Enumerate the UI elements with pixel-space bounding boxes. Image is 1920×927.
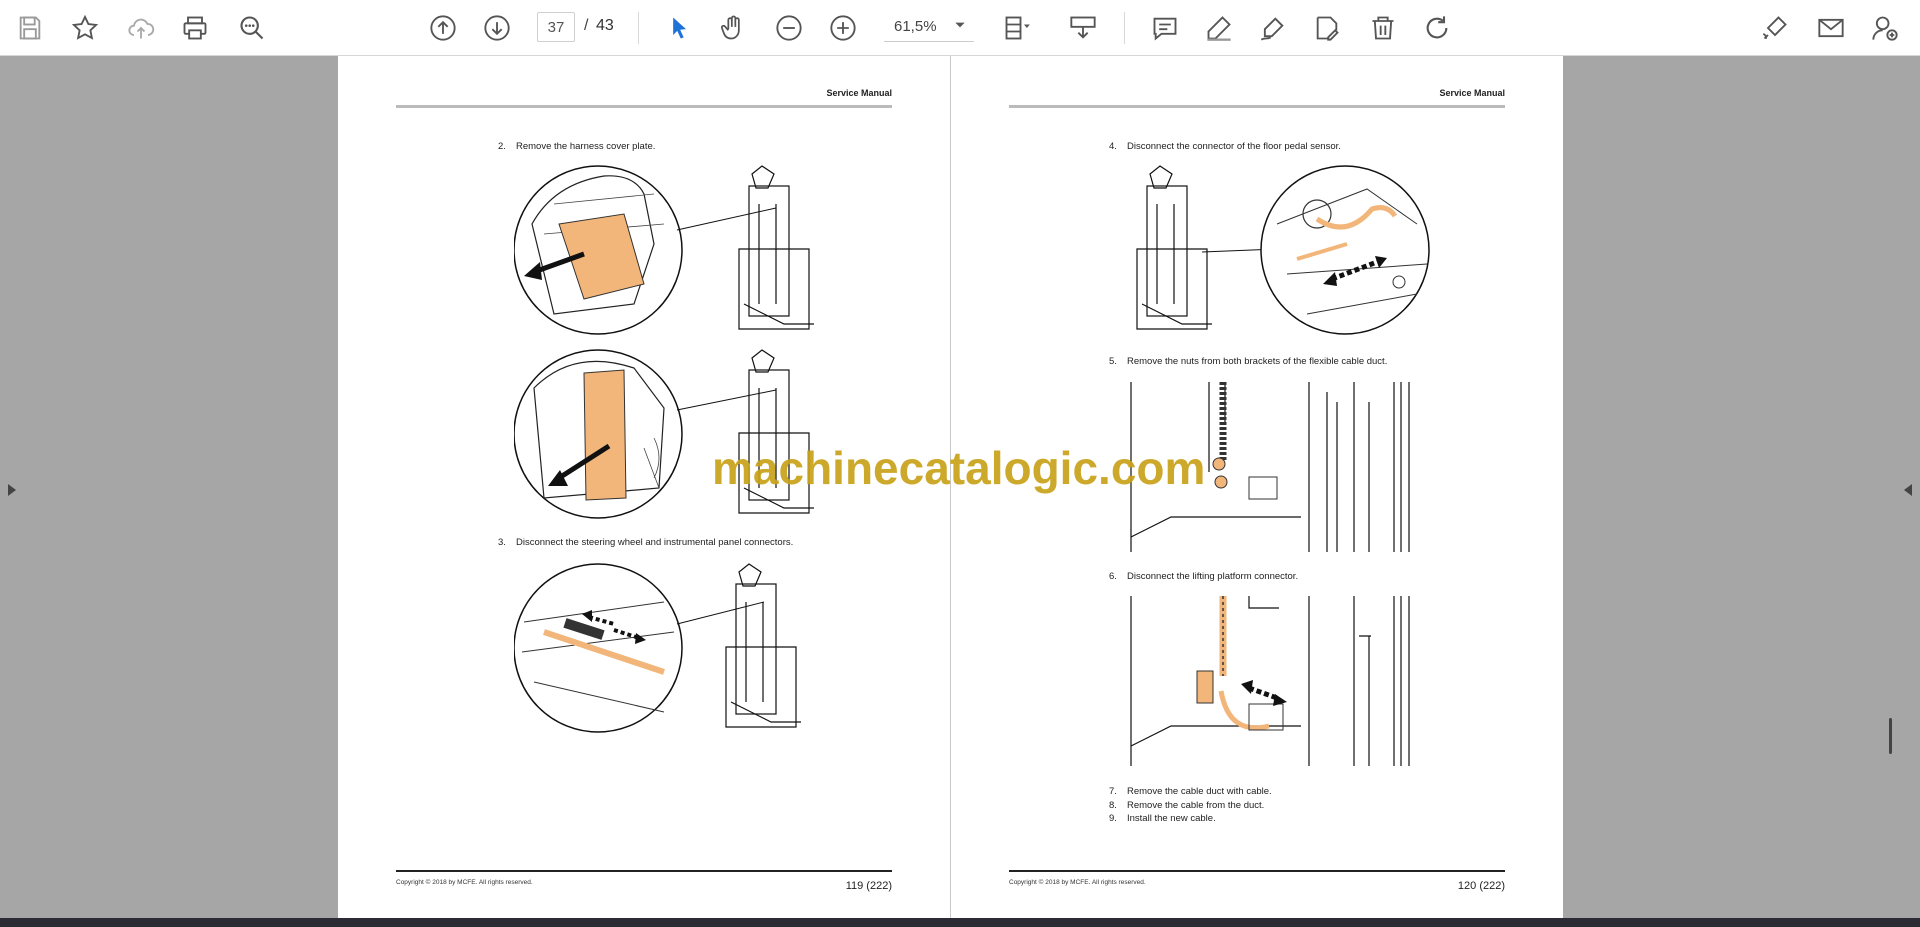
harness-cover-removal-figure-2	[514, 349, 814, 519]
step-text: Disconnect the connector of the floor pe…	[1127, 141, 1341, 152]
right-panel-toggle-icon[interactable]	[1902, 480, 1914, 500]
header-rule	[396, 105, 892, 108]
step-text: Remove the cable duct with cable.	[1127, 786, 1272, 797]
step-item: 2. Remove the harness cover plate.	[498, 141, 655, 152]
zoom-in-icon[interactable]	[824, 9, 862, 47]
lifting-platform-connector-figure	[1130, 596, 1410, 766]
step-text: Disconnect the lifting platform connecto…	[1127, 571, 1299, 582]
rotate-icon[interactable]	[1418, 9, 1456, 47]
step-text: Install the new cable.	[1127, 813, 1216, 824]
zoom-out-icon[interactable]	[770, 9, 808, 47]
scrollbar-thumb[interactable]	[1889, 718, 1892, 754]
page-number-input[interactable]: 37	[537, 12, 575, 42]
step-number: 6.	[1109, 571, 1117, 582]
toolbar: 37 / 43 61,5%	[0, 0, 1920, 56]
step-number: 4.	[1109, 141, 1117, 152]
toolbar-divider	[1124, 12, 1125, 44]
footer-rule	[1009, 870, 1505, 872]
left-panel-toggle-icon[interactable]	[6, 480, 18, 500]
email-icon[interactable]	[1812, 9, 1850, 47]
comment-icon[interactable]	[1146, 9, 1184, 47]
page-header: Service Manual	[826, 88, 892, 98]
toolbar-divider	[638, 12, 639, 44]
step-number: 9.	[1109, 813, 1117, 824]
upload-cloud-icon[interactable]	[122, 9, 160, 47]
page-number: 119 (222)	[845, 880, 892, 892]
scroll-mode-icon[interactable]	[1064, 9, 1102, 47]
footer-rule	[396, 870, 892, 872]
hand-tool-icon[interactable]	[714, 9, 752, 47]
save-icon[interactable]	[11, 9, 49, 47]
step-item: 4. Disconnect the connector of the floor …	[1109, 141, 1341, 152]
step-item: 5. Remove the nuts from both brackets of …	[1109, 356, 1387, 367]
total-pages: 43	[596, 17, 614, 34]
step-text: Remove the cable from the duct.	[1127, 800, 1265, 811]
copyright-text: Copyright © 2018 by MCFE. All rights res…	[1009, 879, 1146, 886]
step-number: 7.	[1109, 786, 1117, 797]
step-number: 8.	[1109, 800, 1117, 811]
page-number: 120 (222)	[1457, 880, 1505, 892]
chevron-down-icon[interactable]	[953, 18, 967, 32]
page-down-icon[interactable]	[478, 9, 516, 47]
page-header: Service Manual	[1439, 88, 1505, 98]
select-cursor-icon[interactable]	[660, 9, 698, 47]
header-rule	[1009, 105, 1505, 108]
step-item: 8. Remove the cable from the duct.	[1109, 800, 1264, 811]
step-text: Disconnect the steering wheel and instru…	[516, 537, 794, 548]
add-user-icon[interactable]	[1866, 9, 1904, 47]
step-item: 7. Remove the cable duct with cable.	[1109, 786, 1272, 797]
step-number: 2.	[498, 141, 506, 152]
page-view-icon[interactable]	[998, 9, 1036, 47]
step-number: 5.	[1109, 356, 1117, 367]
bottom-edge-bar	[0, 918, 1920, 927]
step-text: Remove the harness cover plate.	[516, 141, 656, 152]
find-zoom-icon[interactable]	[233, 9, 271, 47]
page-up-icon[interactable]	[424, 9, 462, 47]
copyright-text: Copyright © 2018 by MCFE. All rights res…	[396, 879, 533, 886]
step-item: 3. Disconnect the steering wheel and inst…	[498, 537, 793, 548]
delete-icon[interactable]	[1364, 9, 1402, 47]
watermark-text: machinecatalogic.com	[712, 442, 1206, 494]
step-item: 9. Install the new cable.	[1109, 813, 1216, 824]
draw-icon[interactable]	[1254, 9, 1292, 47]
highlight-icon[interactable]	[1200, 9, 1238, 47]
page-separator: /	[584, 17, 589, 34]
steering-connectors-figure	[514, 563, 801, 733]
step-number: 3.	[498, 537, 506, 548]
step-text: Remove the nuts from both brackets of th…	[1127, 356, 1388, 367]
print-icon[interactable]	[176, 9, 214, 47]
floor-pedal-sensor-figure	[1136, 165, 1430, 335]
stamp-icon[interactable]	[1308, 9, 1346, 47]
sign-icon[interactable]	[1756, 9, 1794, 47]
harness-cover-removal-figure	[514, 165, 814, 335]
step-item: 6. Disconnect the lifting platform connec…	[1109, 571, 1298, 582]
bookmark-star-icon[interactable]	[66, 9, 104, 47]
